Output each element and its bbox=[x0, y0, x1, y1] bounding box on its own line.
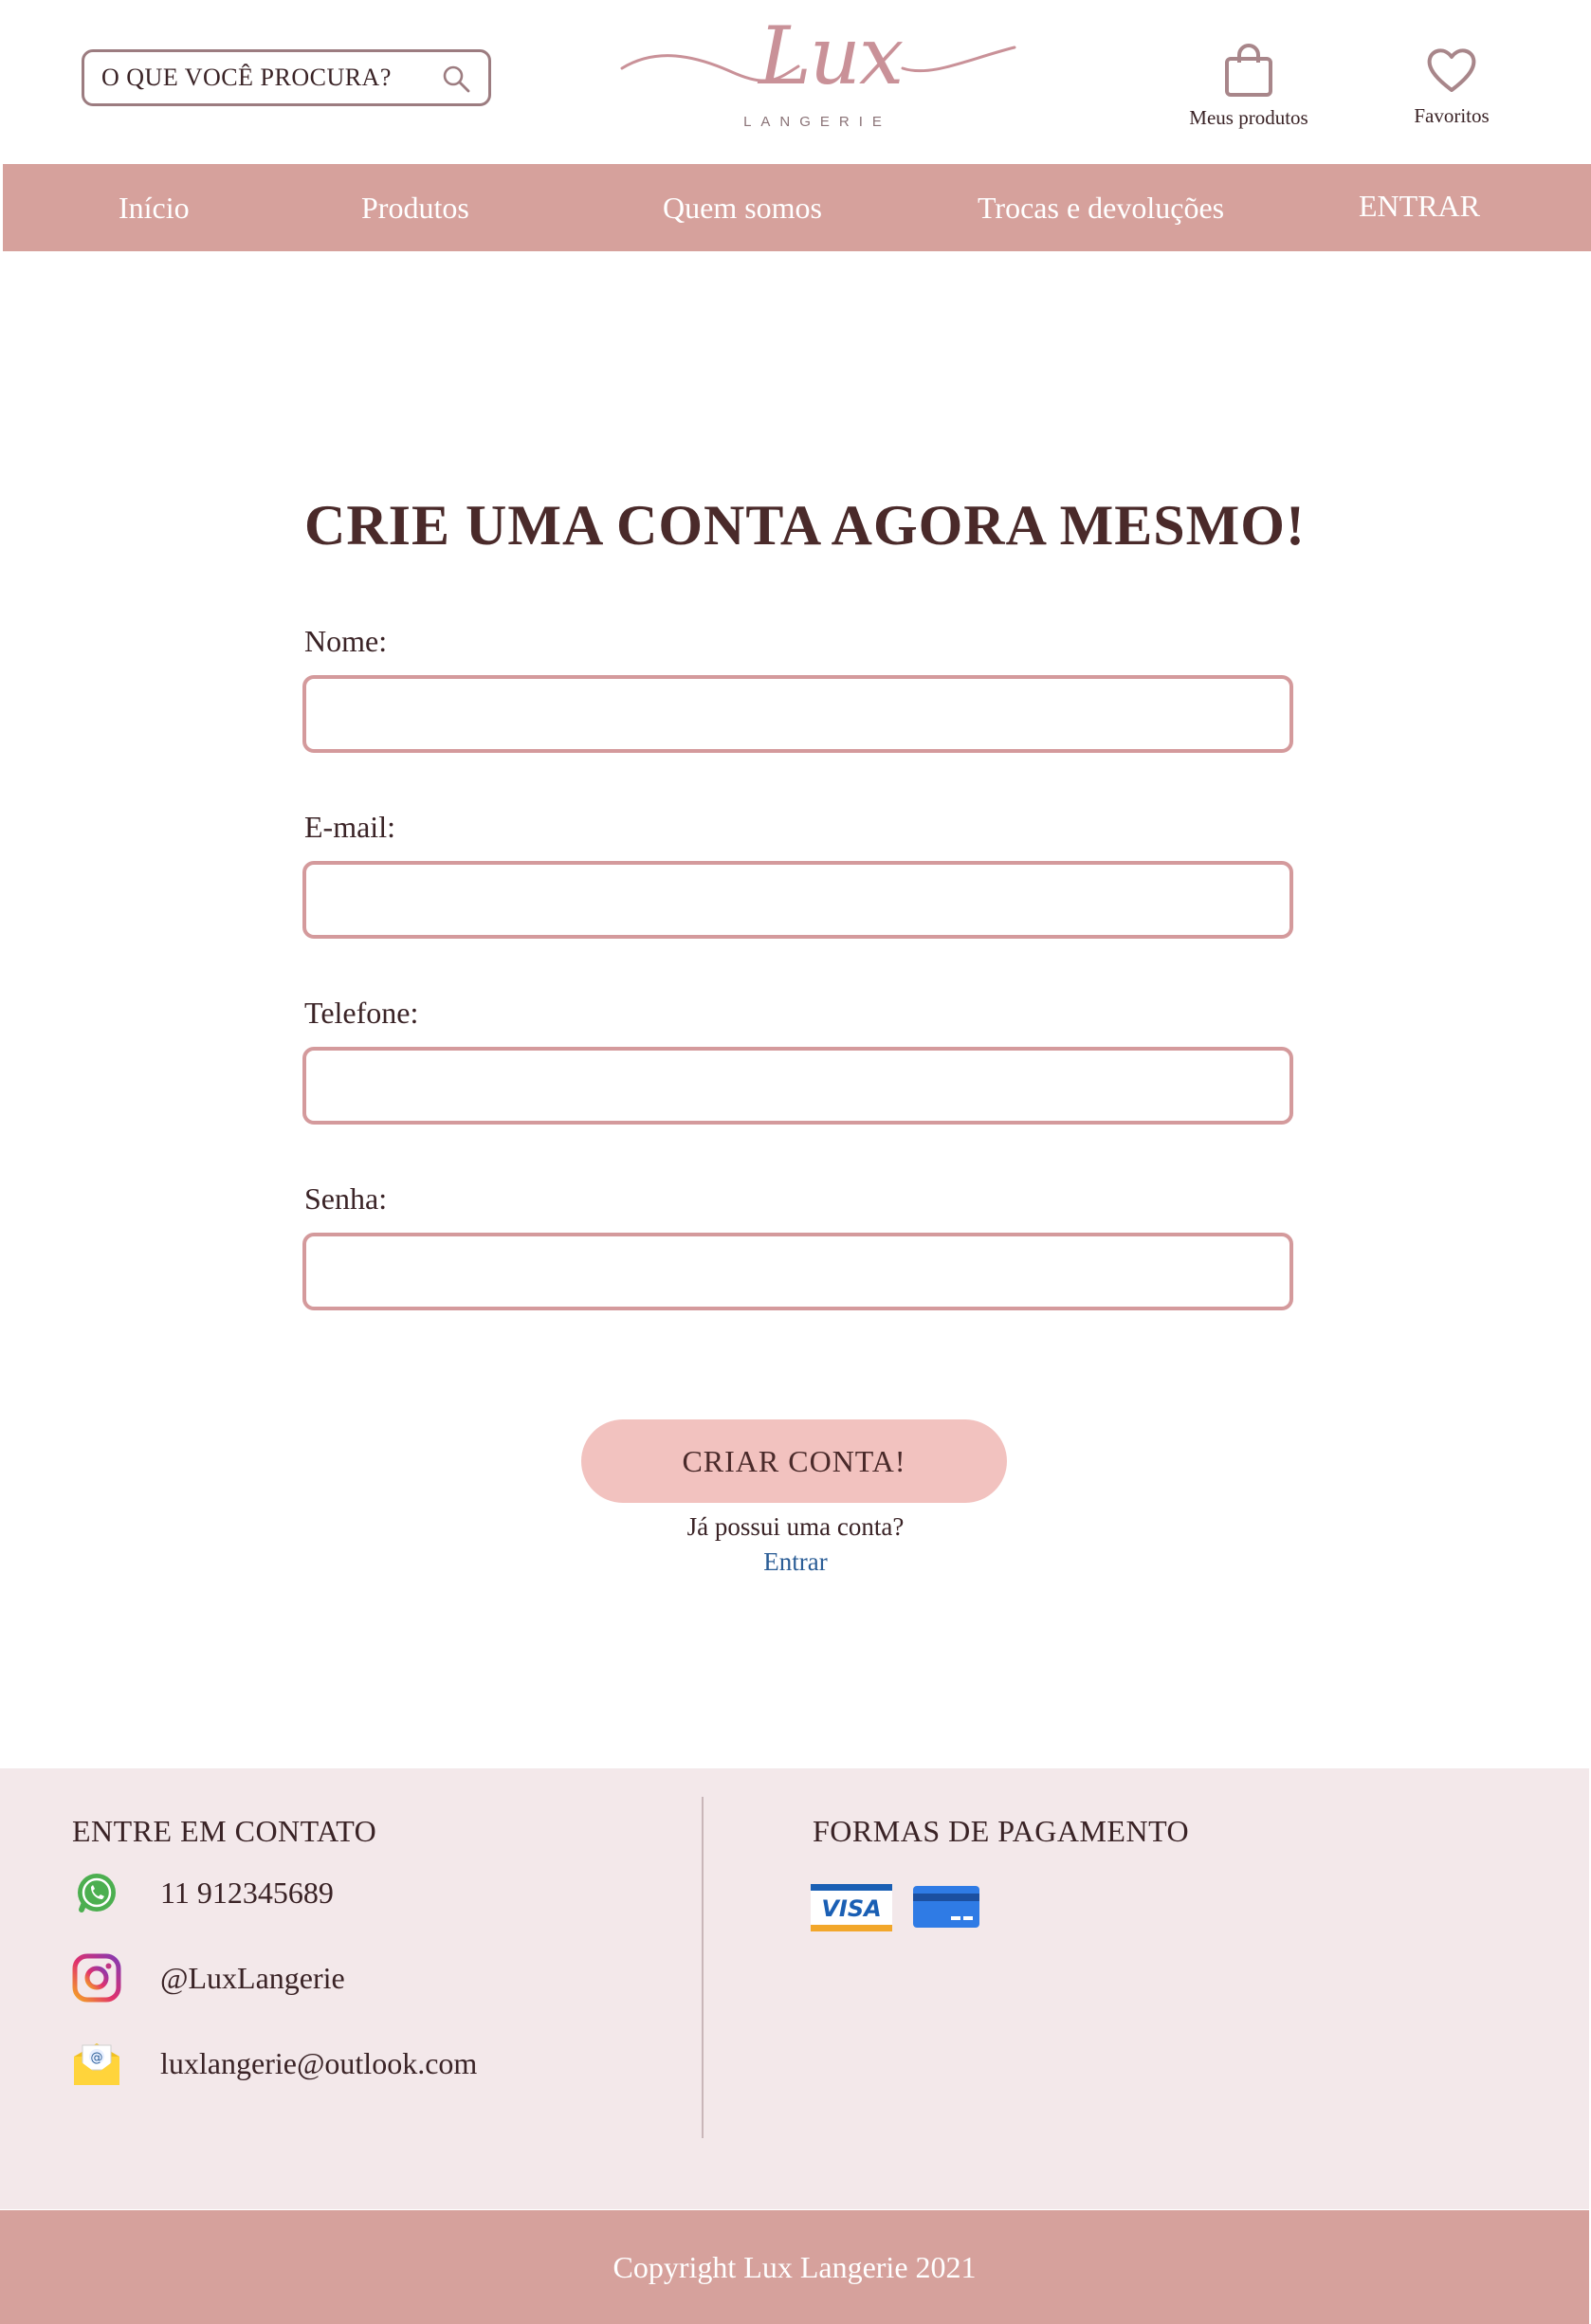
site-footer: ENTRE EM CONTATO 11 912345689 @LuxLanger… bbox=[0, 1768, 1589, 2209]
name-field[interactable] bbox=[302, 675, 1293, 753]
contact-email[interactable]: @ luxlangerie@outlook.com bbox=[71, 2038, 477, 2089]
nav-item-quem-somos[interactable]: Quem somos bbox=[663, 164, 822, 251]
visa-label: VISA bbox=[821, 1895, 881, 1922]
login-link-row: Entrar bbox=[0, 1547, 1591, 1577]
nav-item-produtos[interactable]: Produtos bbox=[361, 164, 469, 251]
logo-subtitle: LANGERIE bbox=[743, 114, 891, 130]
favorites-label: Favoritos bbox=[1414, 104, 1490, 127]
email-icon: @ bbox=[71, 2038, 122, 2089]
email-field[interactable] bbox=[302, 861, 1293, 939]
shopping-bag-icon bbox=[1225, 44, 1272, 97]
name-label: Nome: bbox=[304, 624, 388, 658]
my-products-label: Meus produtos bbox=[1189, 106, 1308, 129]
password-field[interactable] bbox=[302, 1233, 1293, 1310]
svg-text:@: @ bbox=[91, 2051, 103, 2065]
payment-heading: FORMAS DE PAGAMENTO bbox=[813, 1814, 1190, 1848]
have-account-text: Já possui uma conta? bbox=[686, 1512, 905, 1541]
credit-card-icon bbox=[913, 1886, 979, 1928]
phone-field[interactable] bbox=[302, 1047, 1293, 1125]
nav-item-inicio[interactable]: Início bbox=[119, 164, 190, 251]
email-address: luxlangerie@outlook.com bbox=[160, 2045, 478, 2080]
site-logo[interactable]: Lux LANGERIE bbox=[618, 9, 1016, 142]
heart-icon bbox=[1427, 48, 1476, 92]
site-header: O QUE VOCÊ PROCURA? Lux LANGERIE Meus pr… bbox=[0, 0, 1591, 163]
copyright-bar: Copyright Lux Langerie 2021 bbox=[0, 2210, 1589, 2324]
phone-label: Telefone: bbox=[304, 996, 419, 1030]
contact-instagram[interactable]: @LuxLangerie bbox=[71, 1952, 345, 2004]
search-box[interactable]: O QUE VOCÊ PROCURA? bbox=[82, 49, 491, 106]
email-label: E-mail: bbox=[304, 810, 395, 844]
visa-icon: VISA bbox=[811, 1884, 892, 1931]
main-nav: Início Produtos Quem somos Trocas e devo… bbox=[3, 164, 1591, 251]
logo-wordmark: Lux bbox=[759, 9, 904, 102]
nav-login-button[interactable]: ENTRAR bbox=[1359, 162, 1480, 249]
whatsapp-icon bbox=[71, 1867, 122, 1918]
favorites-button[interactable]: Favoritos bbox=[1390, 44, 1513, 128]
search-icon[interactable] bbox=[441, 64, 471, 94]
create-account-button[interactable]: CRIAR CONTA! bbox=[581, 1419, 1007, 1503]
copyright-text: Copyright Lux Langerie 2021 bbox=[613, 2250, 977, 2284]
nav-item-trocas-devolucoes[interactable]: Trocas e devoluções bbox=[978, 164, 1224, 251]
instagram-icon bbox=[71, 1952, 122, 2004]
contact-heading: ENTRE EM CONTATO bbox=[72, 1814, 377, 1848]
instagram-handle: @LuxLangerie bbox=[160, 1960, 345, 1995]
login-link[interactable]: Entrar bbox=[763, 1547, 827, 1576]
contact-whatsapp[interactable]: 11 912345689 bbox=[71, 1867, 334, 1918]
search-placeholder: O QUE VOCÊ PROCURA? bbox=[101, 64, 392, 91]
password-label: Senha: bbox=[304, 1181, 388, 1216]
whatsapp-number: 11 912345689 bbox=[160, 1875, 334, 1910]
my-products-button[interactable]: Meus produtos bbox=[1168, 44, 1329, 130]
footer-divider bbox=[702, 1797, 704, 2138]
page-title: CRIE UMA CONTA AGORA MESMO! bbox=[304, 494, 1306, 557]
